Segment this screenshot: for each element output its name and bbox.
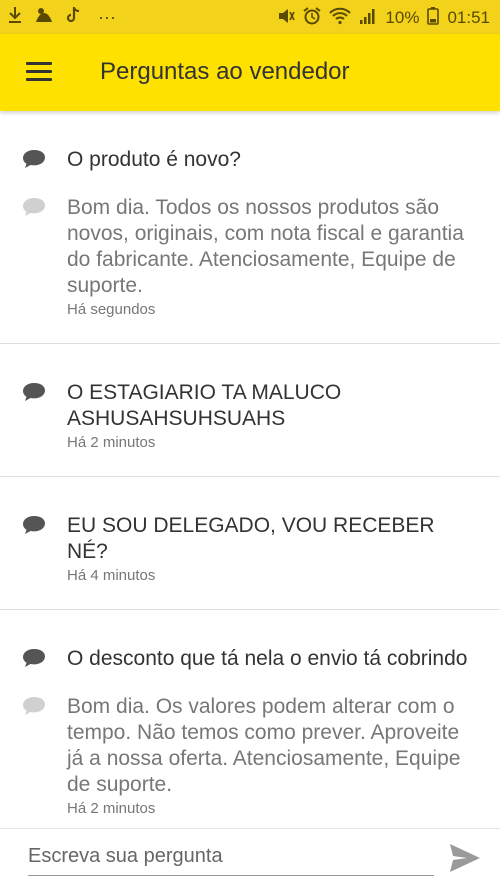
- question-text: O produto é novo?: [67, 148, 241, 171]
- question-timestamp: Há 4 minutos: [67, 567, 156, 584]
- question-bubble-icon: [22, 382, 46, 402]
- more-notifications-indicator: ···: [98, 7, 116, 27]
- clock-time: 01:51: [447, 8, 490, 27]
- status-bar: ··· 10% 01:51: [0, 0, 500, 34]
- battery-icon: [427, 6, 440, 30]
- question-input[interactable]: [28, 837, 434, 876]
- battery-percent: 10%: [385, 8, 420, 27]
- page-title: Perguntas ao vendedor: [100, 58, 350, 85]
- download-icon: [8, 6, 22, 29]
- tiktok-icon: [66, 6, 80, 29]
- signal-icon: [359, 7, 377, 30]
- question-item: O produto é novo? Bom dia. Todos os noss…: [0, 111, 500, 344]
- question-item: O ESTAGIARIO TA MALUCO ASHUSAHSUHSUAHS H…: [0, 344, 500, 477]
- question-composer: [0, 828, 500, 890]
- question-bubble-icon: [22, 515, 46, 535]
- answer-bubble-icon: [22, 696, 46, 716]
- alarm-icon: [303, 6, 322, 30]
- answer-text: Bom dia. Os valores podem alterar com o …: [67, 695, 461, 796]
- hamburger-menu-icon[interactable]: [26, 62, 52, 82]
- answer-text: Bom dia. Todos os nossos produtos são no…: [67, 196, 464, 297]
- question-item: EU SOU DELEGADO, VOU RECEBER NÉ? Há 4 mi…: [0, 477, 500, 610]
- app-bar: Perguntas ao vendedor: [0, 34, 500, 111]
- send-icon[interactable]: [449, 843, 481, 873]
- answer-bubble-icon: [22, 197, 46, 217]
- answer-timestamp: Há segundos: [67, 301, 156, 318]
- question-bubble-icon: [22, 149, 46, 169]
- question-text: O ESTAGIARIO TA MALUCO ASHUSAHSUHSUAHS: [67, 381, 342, 430]
- mute-icon: [277, 7, 296, 30]
- questions-list[interactable]: O produto é novo? Bom dia. Todos os noss…: [0, 111, 500, 828]
- answer-timestamp: Há 2 minutos: [67, 800, 156, 817]
- question-text: EU SOU DELEGADO, VOU RECEBER NÉ?: [67, 514, 435, 563]
- app-notification-icon: [34, 6, 54, 29]
- question-item: O desconto que tá nela o envio tá cobrin…: [0, 610, 500, 828]
- wifi-icon: [329, 7, 352, 30]
- question-timestamp: Há 2 minutos: [67, 434, 156, 451]
- question-bubble-icon: [22, 648, 46, 668]
- question-text: O desconto que tá nela o envio tá cobrin…: [67, 647, 468, 670]
